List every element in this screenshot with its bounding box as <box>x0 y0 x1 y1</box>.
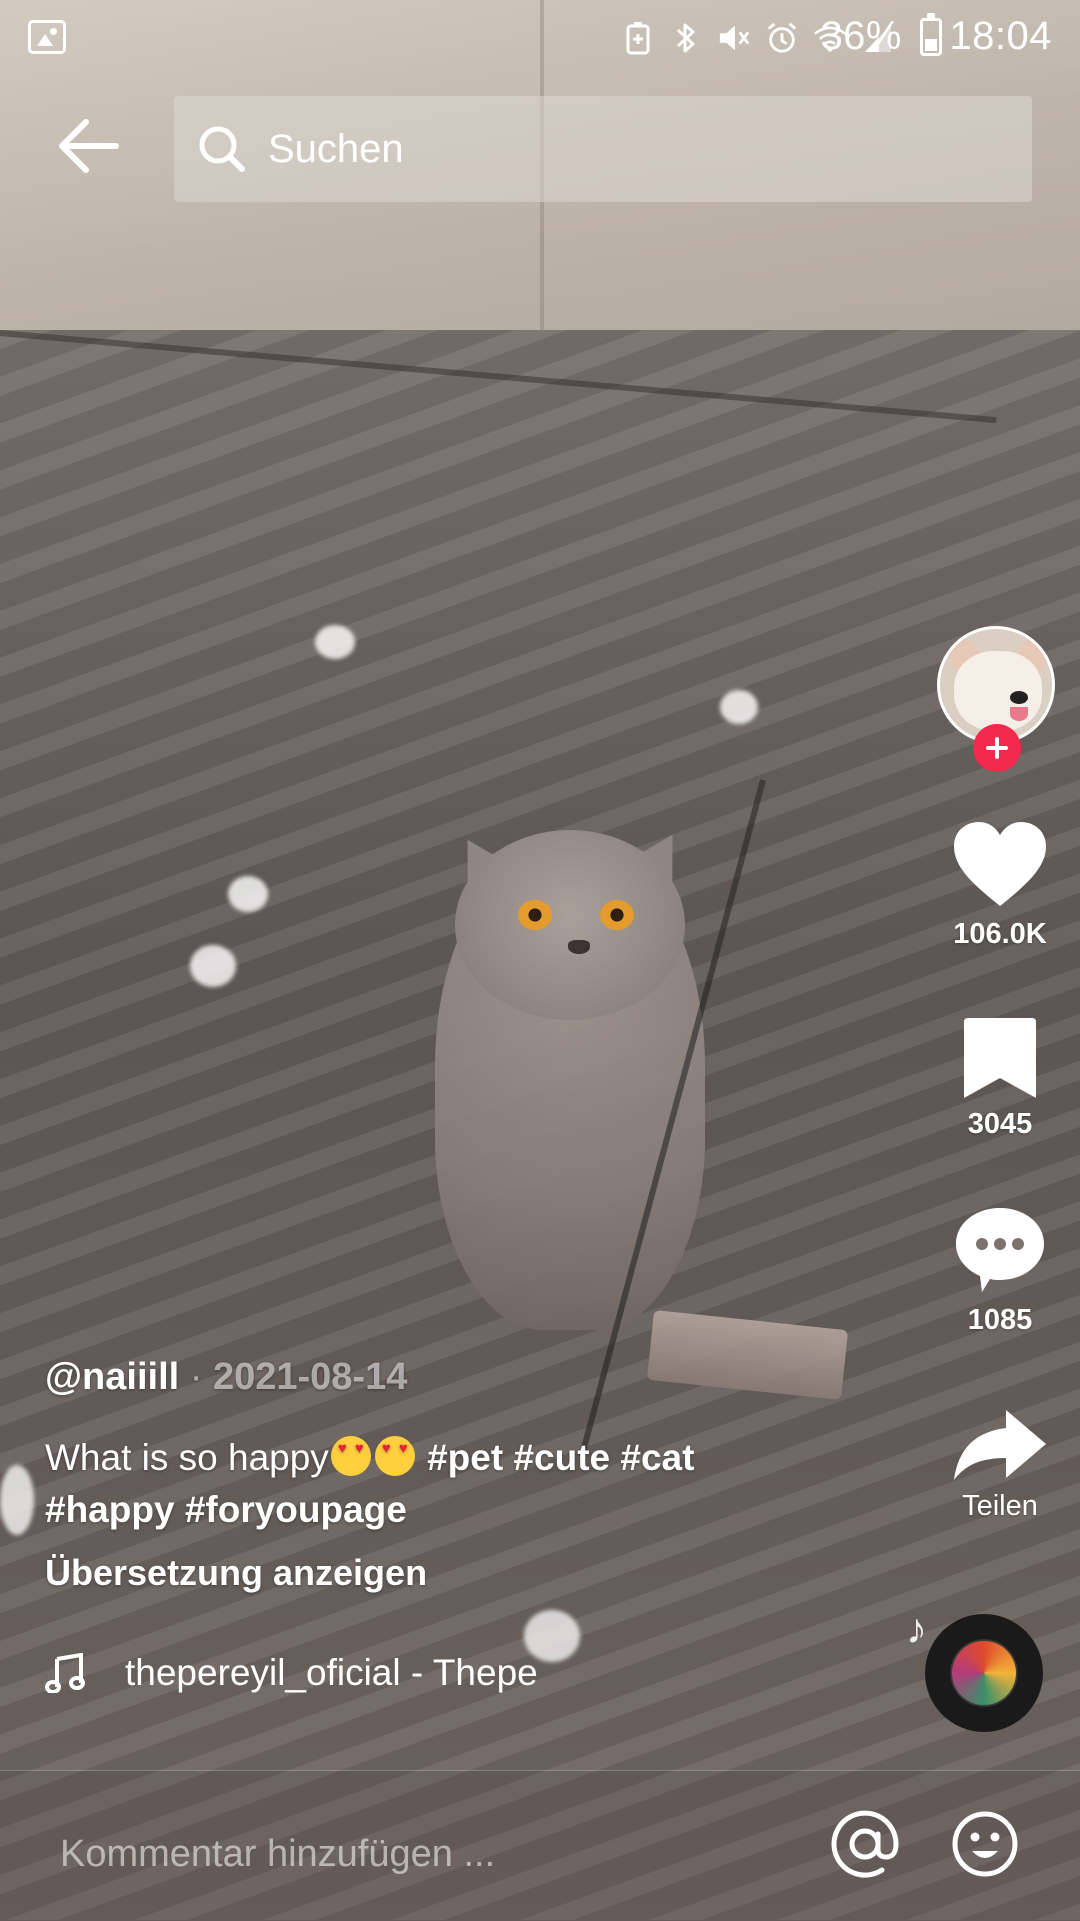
share-action[interactable]: Teilen <box>930 1406 1070 1523</box>
search-bar[interactable]: Suchen <box>174 96 1032 202</box>
mention-button[interactable] <box>830 1809 900 1879</box>
alarm-icon <box>765 21 799 55</box>
comment-input[interactable]: Kommentar hinzufügen ... <box>60 1833 495 1876</box>
battery-percentage: 36% <box>820 14 902 58</box>
post-date: 2021-08-14 <box>212 1356 408 1398</box>
share-arrow-icon <box>954 1410 1046 1480</box>
comment-bubble-icon <box>956 1208 1044 1292</box>
back-arrow-icon <box>59 119 119 173</box>
bookmark-icon <box>964 1018 1036 1098</box>
dog-tongue <box>1010 707 1028 721</box>
music-disc[interactable] <box>925 1614 1043 1732</box>
follow-button[interactable] <box>973 724 1021 772</box>
heart-icon <box>954 822 1046 906</box>
heart-eyes-emoji <box>330 1436 371 1476</box>
comment-bar: Kommentar hinzufügen ... <box>0 1770 1080 1921</box>
comment-action[interactable]: 1085 <box>930 1204 1070 1337</box>
battery-icon <box>920 13 942 56</box>
gallery-icon <box>28 20 66 54</box>
dog-nose <box>1010 691 1028 704</box>
dog-face <box>954 651 1042 731</box>
like-action[interactable]: 106.0K <box>930 820 1070 951</box>
share-label: Teilen <box>962 1490 1038 1522</box>
smiley-icon <box>952 1811 1018 1877</box>
post-caption[interactable]: What is so happy #pet #cute #cat #happy … <box>45 1432 805 1536</box>
back-button[interactable] <box>58 118 128 178</box>
bookmark-count: 3045 <box>967 1108 1033 1140</box>
status-bar: 36% 18:04 <box>0 0 1080 76</box>
author-handle[interactable]: @naiiill <box>45 1356 179 1398</box>
bookmark-action[interactable]: 3045 <box>930 1016 1070 1141</box>
music-note-icon <box>45 1653 85 1693</box>
plus-icon <box>986 737 1008 759</box>
at-sign-icon <box>831 1810 899 1878</box>
hashtags[interactable]: #happy #foryoupage <box>45 1489 407 1530</box>
mute-icon <box>717 21 751 55</box>
clock: 18:04 <box>949 14 1052 58</box>
floating-music-note-icon: ♪ <box>906 1605 927 1652</box>
hashtags[interactable]: #pet #cute #cat <box>427 1437 694 1478</box>
like-count: 106.0K <box>953 918 1047 950</box>
translate-link[interactable]: Übersetzung anzeigen <box>45 1552 885 1594</box>
album-art <box>952 1641 1016 1705</box>
heart-eyes-emoji <box>374 1436 415 1476</box>
comment-count: 1085 <box>967 1304 1033 1336</box>
search-icon <box>199 126 245 172</box>
bluetooth-icon <box>669 21 703 55</box>
music-title: thepereyil_oficial - Thepe <box>125 1652 538 1693</box>
music-info[interactable]: thepereyil_oficial - Thepe <box>45 1648 590 1698</box>
separator: · <box>189 1356 203 1398</box>
battery-saver-icon <box>621 21 655 55</box>
search-placeholder: Suchen <box>268 126 404 171</box>
caption-text: What is so happy <box>45 1437 329 1478</box>
emoji-button[interactable] <box>950 1809 1020 1879</box>
post-author-line: @naiiill · 2021-08-14 <box>45 1356 885 1399</box>
